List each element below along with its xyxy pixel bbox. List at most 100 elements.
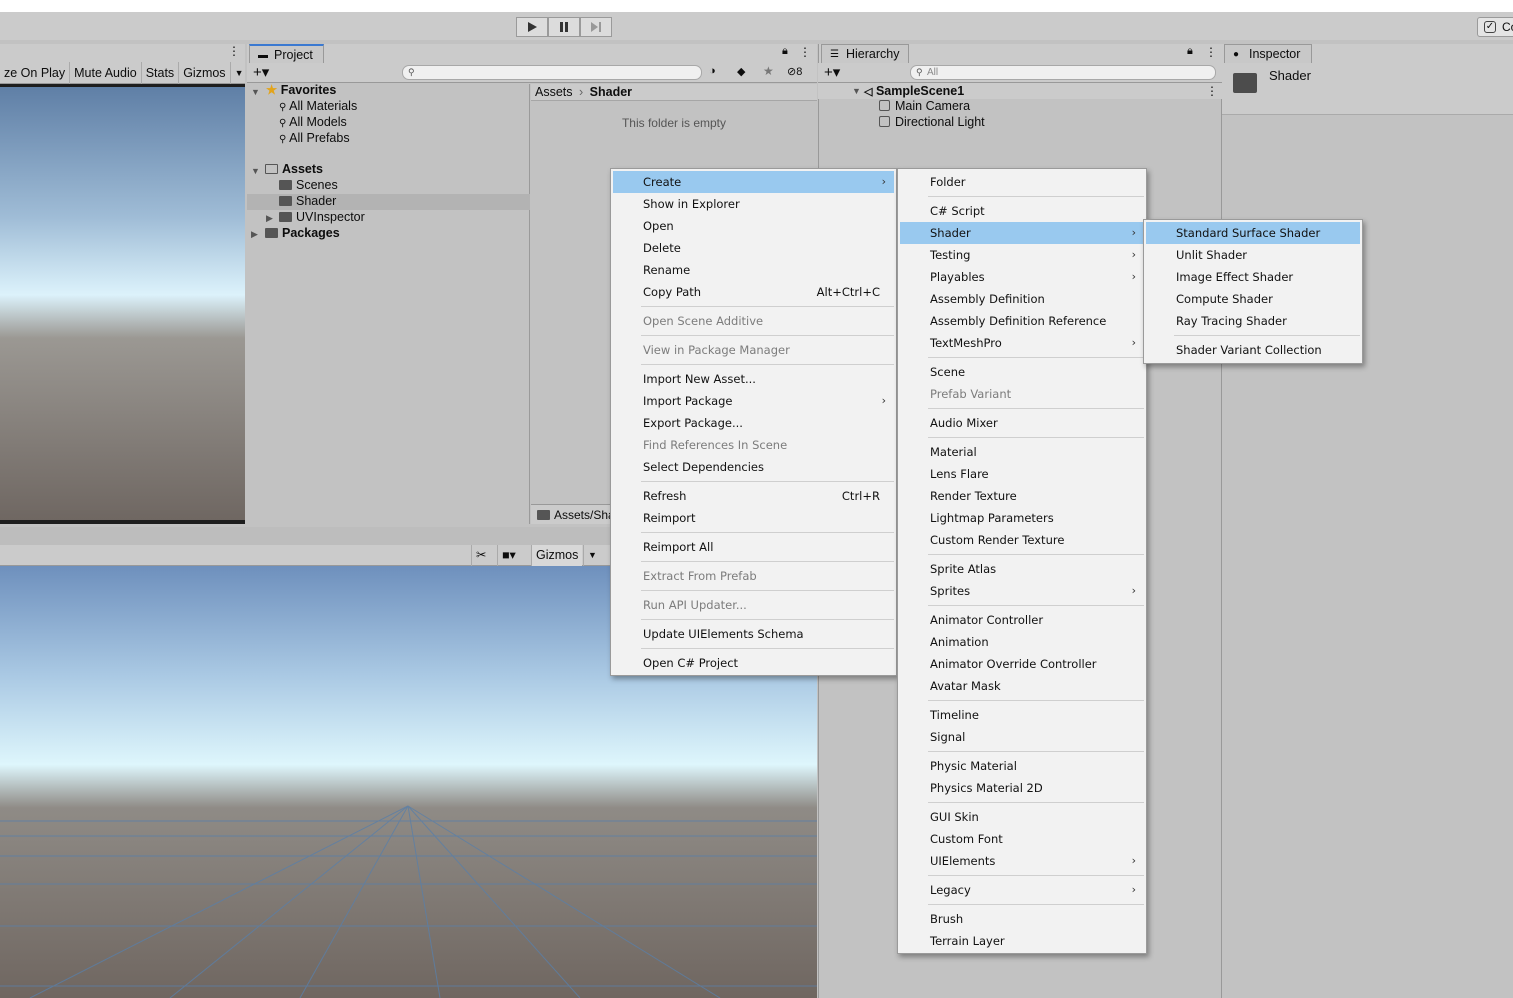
menu-item-legacy[interactable]: Legacy › <box>900 879 1144 901</box>
tree-item-packages[interactable]: Packages <box>265 225 340 241</box>
hierarchy-search-input[interactable]: ⚲ All <box>910 65 1216 80</box>
menu-item-assembly-definition[interactable]: Assembly Definition <box>900 288 1144 310</box>
menu-item-uielements[interactable]: UIElements › <box>900 850 1144 872</box>
menu-item-render-texture[interactable]: Render Texture <box>900 485 1144 507</box>
tree-item-uvinspector[interactable]: UVInspector <box>279 209 365 225</box>
add-button[interactable]: +▾ <box>824 63 840 81</box>
more-options-icon[interactable]: ⋮ <box>1206 84 1218 98</box>
tree-item-assets[interactable]: Assets <box>265 161 323 177</box>
pause-button[interactable] <box>548 17 580 37</box>
menu-item-material[interactable]: Material <box>900 441 1144 463</box>
menu-item-signal[interactable]: Signal <box>900 726 1144 748</box>
menu-item-image-effect-shader[interactable]: Image Effect Shader <box>1146 266 1360 288</box>
menu-item-export-package[interactable]: Export Package... <box>613 412 894 434</box>
menu-item-delete[interactable]: Delete <box>613 237 894 259</box>
menu-item-lens-flare[interactable]: Lens Flare <box>900 463 1144 485</box>
menu-item-animator-override-controller[interactable]: Animator Override Controller <box>900 653 1144 675</box>
tree-item-all-materials[interactable]: ⚲ All Materials <box>279 98 357 114</box>
menu-item-open-c-project[interactable]: Open C# Project <box>613 652 894 674</box>
expand-arrow-icon[interactable]: ▼ <box>251 87 260 97</box>
hierarchy-scene-row[interactable]: ▼ ◁ SampleScene1 ⋮ <box>818 83 1222 99</box>
expand-arrow-icon[interactable]: ▼ <box>852 86 861 96</box>
more-options-icon[interactable]: ⋮ <box>799 45 811 59</box>
menu-item-animator-controller[interactable]: Animator Controller <box>900 609 1144 631</box>
collab-button[interactable]: ✓ Co <box>1477 17 1513 37</box>
menu-item-reimport[interactable]: Reimport <box>613 507 894 529</box>
menu-item-sprite-atlas[interactable]: Sprite Atlas <box>900 558 1144 580</box>
menu-item-refresh[interactable]: Refresh Ctrl+R <box>613 485 894 507</box>
tab-hierarchy[interactable]: ☰ Hierarchy <box>821 44 909 63</box>
menu-item-standard-surface-shader[interactable]: Standard Surface Shader <box>1146 222 1360 244</box>
stats-toggle[interactable]: Stats <box>142 61 180 84</box>
menu-item-open[interactable]: Open <box>613 215 894 237</box>
step-button[interactable] <box>580 17 612 37</box>
menu-item-scene[interactable]: Scene <box>900 361 1144 383</box>
menu-item-ray-tracing-shader[interactable]: Ray Tracing Shader <box>1146 310 1360 332</box>
project-search-input[interactable]: ⚲ <box>402 65 702 80</box>
menu-item-import-package[interactable]: Import Package › <box>613 390 894 412</box>
play-button[interactable] <box>516 17 548 37</box>
tree-item-scenes[interactable]: Scenes <box>279 177 338 193</box>
lock-icon[interactable]: 🔒︎ <box>1187 45 1193 58</box>
menu-item-sprites[interactable]: Sprites › <box>900 580 1144 602</box>
menu-item-timeline[interactable]: Timeline <box>900 704 1144 726</box>
menu-item-compute-shader[interactable]: Compute Shader <box>1146 288 1360 310</box>
collapse-arrow-icon[interactable]: ▶ <box>251 229 258 240</box>
add-button[interactable]: +▾ <box>253 63 269 81</box>
tools-icon[interactable]: ✂ <box>471 545 490 566</box>
tab-inspector[interactable]: ● Inspector <box>1224 44 1312 63</box>
chevron-down-icon[interactable]: ▼ <box>583 545 601 566</box>
menu-item-brush[interactable]: Brush <box>900 908 1144 930</box>
scene-gizmos-button[interactable]: Gizmos <box>531 545 583 566</box>
filter-by-label-icon[interactable]: ◆ <box>737 65 745 78</box>
menu-item-custom-render-texture[interactable]: Custom Render Texture <box>900 529 1144 551</box>
menu-item-copy-path[interactable]: Copy Path Alt+Ctrl+C <box>613 281 894 303</box>
lock-icon[interactable]: 🔒︎ <box>782 45 788 58</box>
menu-item-testing[interactable]: Testing › <box>900 244 1144 266</box>
menu-item-rename[interactable]: Rename <box>613 259 894 281</box>
menu-item-shader[interactable]: Shader › <box>900 222 1144 244</box>
menu-item-textmeshpro[interactable]: TextMeshPro › <box>900 332 1144 354</box>
menu-item-animation[interactable]: Animation <box>900 631 1144 653</box>
more-options-icon[interactable]: ⋮ <box>228 44 240 58</box>
more-options-icon[interactable]: ⋮ <box>1205 45 1217 59</box>
collapse-arrow-icon[interactable]: ▶ <box>266 213 273 224</box>
menu-item-lightmap-parameters[interactable]: Lightmap Parameters <box>900 507 1144 529</box>
hidden-packages-icon[interactable]: ⊘8 <box>787 65 802 78</box>
favorites-star-icon[interactable]: ★ <box>763 64 774 78</box>
camera-icon[interactable]: ■▾ <box>497 545 520 566</box>
hierarchy-item-main-camera[interactable]: Main Camera <box>879 98 970 114</box>
hierarchy-item-directional-light[interactable]: Directional Light <box>879 114 985 130</box>
menu-item-physic-material[interactable]: Physic Material <box>900 755 1144 777</box>
menu-item-custom-font[interactable]: Custom Font <box>900 828 1144 850</box>
breadcrumb-shader[interactable]: Shader <box>590 85 632 99</box>
mute-audio-toggle[interactable]: Mute Audio <box>70 61 142 84</box>
menu-item-folder[interactable]: Folder <box>900 171 1144 193</box>
maximize-on-play-toggle[interactable]: ze On Play <box>0 61 71 84</box>
expand-arrow-icon[interactable]: ▼ <box>251 166 260 176</box>
tab-project[interactable]: ▬ Project <box>249 44 324 63</box>
tree-item-all-prefabs[interactable]: ⚲ All Prefabs <box>279 130 350 146</box>
menu-item-avatar-mask[interactable]: Avatar Mask <box>900 675 1144 697</box>
menu-item-playables[interactable]: Playables › <box>900 266 1144 288</box>
menu-item-physics-material-2d[interactable]: Physics Material 2D <box>900 777 1144 799</box>
tree-item-all-models[interactable]: ⚲ All Models <box>279 114 347 130</box>
menu-item-unlit-shader[interactable]: Unlit Shader <box>1146 244 1360 266</box>
menu-item-terrain-layer[interactable]: Terrain Layer <box>900 930 1144 952</box>
menu-item-show-in-explorer[interactable]: Show in Explorer <box>613 193 894 215</box>
menu-item-c-script[interactable]: C# Script <box>900 200 1144 222</box>
game-viewport[interactable] <box>0 84 245 524</box>
gizmos-toggle[interactable]: Gizmos <box>179 61 231 84</box>
menu-item-create[interactable]: Create › <box>613 171 894 193</box>
menu-item-gui-skin[interactable]: GUI Skin <box>900 806 1144 828</box>
menu-item-reimport-all[interactable]: Reimport All <box>613 536 894 558</box>
tree-item-favorites[interactable]: ★ Favorites <box>266 82 336 98</box>
menu-item-import-new-asset[interactable]: Import New Asset... <box>613 368 894 390</box>
menu-item-select-dependencies[interactable]: Select Dependencies <box>613 456 894 478</box>
chevron-down-icon[interactable]: ▼ <box>231 62 248 84</box>
menu-item-assembly-definition-reference[interactable]: Assembly Definition Reference <box>900 310 1144 332</box>
menu-item-audio-mixer[interactable]: Audio Mixer <box>900 412 1144 434</box>
menu-item-update-uielements-schema[interactable]: Update UIElements Schema <box>613 623 894 645</box>
menu-item-shader-variant-collection[interactable]: Shader Variant Collection <box>1146 339 1360 361</box>
tree-item-shader[interactable]: Shader <box>279 193 336 209</box>
